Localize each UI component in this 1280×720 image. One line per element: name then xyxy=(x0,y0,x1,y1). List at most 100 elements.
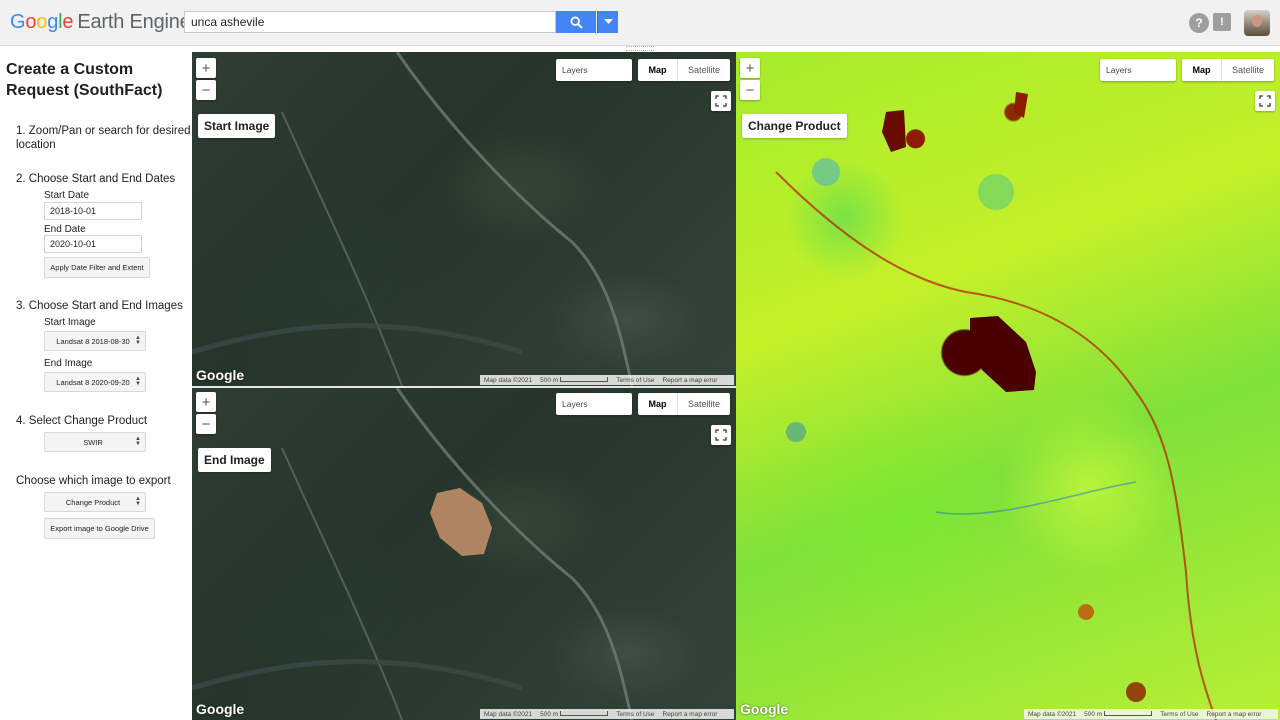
terms-link[interactable]: Terms of Use xyxy=(612,377,658,384)
step-1-text: 1. Zoom/Pan or search for desired locati… xyxy=(16,125,191,151)
avatar[interactable] xyxy=(1244,10,1270,36)
layers-button[interactable]: Layers xyxy=(556,59,632,81)
logo-product-name: Earth Engine xyxy=(77,11,191,33)
end-date-label: End Date xyxy=(44,224,86,235)
scale-bar xyxy=(560,377,609,383)
export-image-value: Change Product xyxy=(65,497,121,507)
zoom-out-button[interactable]: − xyxy=(196,414,216,434)
fullscreen-icon xyxy=(1259,95,1271,107)
end-image-value: Landsat 8 2020-09-20 xyxy=(56,377,130,387)
search-icon xyxy=(569,15,583,29)
end-image-label: End Image xyxy=(44,358,93,369)
map-scale: 500 m xyxy=(1080,711,1156,718)
start-image-select[interactable]: Landsat 8 2018-08-30 ▲ ▼ xyxy=(44,331,146,351)
google-logo: Google xyxy=(740,701,789,717)
search-button[interactable] xyxy=(556,11,596,33)
step-3-text: 3. Choose Start and End Images xyxy=(16,300,183,312)
map-title-label: Change Product xyxy=(742,114,847,138)
earth-engine-logo[interactable]: Google Earth Engine xyxy=(10,11,191,34)
report-error-link[interactable]: Report a map error xyxy=(1203,711,1266,718)
change-product-select[interactable]: SWIR ▲ ▼ xyxy=(44,432,146,452)
fullscreen-icon xyxy=(715,429,727,441)
top-bar: Google Earth Engine unca ashevile ? ! xyxy=(0,0,1280,46)
scale-bar xyxy=(1104,711,1153,717)
step-4-text: 4. Select Change Product xyxy=(16,415,148,427)
map-type-map-button[interactable]: Map xyxy=(638,59,678,81)
help-icon[interactable]: ? xyxy=(1189,13,1209,33)
report-error-link[interactable]: Report a map error xyxy=(659,711,722,718)
layers-button[interactable]: Layers xyxy=(1100,59,1176,81)
scale-text: 500 m xyxy=(540,376,559,384)
scale-text: 500 m xyxy=(1084,710,1103,718)
export-image-select[interactable]: Change Product ▲ ▼ xyxy=(44,492,146,512)
map-type-map-button[interactable]: Map xyxy=(638,393,678,415)
map-attribution: Map data ©2021 500 m Terms of Use Report… xyxy=(480,375,734,385)
map-attribution: Map data ©2021 500 m Terms of Use Report… xyxy=(1024,709,1278,719)
apply-date-filter-button[interactable]: Apply Date Filter and Extent xyxy=(44,257,150,278)
map-title-label: End Image xyxy=(198,448,271,472)
start-date-field[interactable]: 2018-10-01 xyxy=(44,202,142,220)
end-image-map[interactable]: + − Layers Map Satellite End Image Googl… xyxy=(192,388,736,720)
map-type-map-button[interactable]: Map xyxy=(1182,59,1222,81)
google-logo: Google xyxy=(196,701,245,717)
search-options-button[interactable] xyxy=(597,11,618,33)
terms-link[interactable]: Terms of Use xyxy=(612,711,658,718)
fullscreen-button[interactable] xyxy=(711,425,731,445)
zoom-in-button[interactable]: + xyxy=(196,392,216,412)
google-logo: Google xyxy=(196,367,245,383)
start-image-label: Start Image xyxy=(44,317,96,328)
map-type-satellite-button[interactable]: Satellite xyxy=(678,59,730,81)
map-data-text: Map data ©2021 xyxy=(484,376,533,384)
feedback-icon[interactable]: ! xyxy=(1213,13,1231,31)
map-attribution: Map data ©2021 500 m Terms of Use Report… xyxy=(480,709,734,719)
start-image-value: Landsat 8 2018-08-30 xyxy=(56,336,130,346)
panel-title: Create a Custom Request (SouthFact) xyxy=(6,61,163,99)
export-to-drive-button[interactable]: Export image to Google Drive xyxy=(44,518,155,539)
logo-letter: o xyxy=(25,11,37,33)
end-date-field[interactable]: 2020-10-01 xyxy=(44,235,142,253)
zoom-out-button[interactable]: − xyxy=(196,80,216,100)
map-roads-overlay xyxy=(192,388,634,720)
map-type-control: Map Satellite xyxy=(638,393,730,415)
zoom-out-button[interactable]: − xyxy=(740,80,760,100)
dropdown-caret-icon xyxy=(603,19,613,24)
report-error-link[interactable]: Report a map error xyxy=(659,377,722,384)
scale-text: 500 m xyxy=(540,710,559,718)
map-type-satellite-button[interactable]: Satellite xyxy=(1222,59,1274,81)
start-image-map[interactable]: + − Layers Map Satellite Start Image Goo… xyxy=(192,52,736,386)
fullscreen-icon xyxy=(715,95,727,107)
map-type-control: Map Satellite xyxy=(1182,59,1274,81)
change-product-map[interactable]: + − Layers Map Satellite Change Product … xyxy=(736,52,1280,720)
zoom-in-button[interactable]: + xyxy=(740,58,760,78)
fullscreen-button[interactable] xyxy=(1255,91,1275,111)
terms-link[interactable]: Terms of Use xyxy=(1156,711,1202,718)
map-data-text: Map data ©2021 xyxy=(1028,710,1077,718)
panel-resize-handle[interactable] xyxy=(626,46,654,51)
logo-letter: G xyxy=(10,11,26,33)
logo-letter: e xyxy=(62,11,74,33)
select-arrows-icon: ▲ ▼ xyxy=(135,335,141,346)
change-features-overlay xyxy=(775,92,1217,720)
map-scale: 500 m xyxy=(536,711,612,718)
map-title-label: Start Image xyxy=(198,114,276,138)
change-product-value: SWIR xyxy=(83,437,103,447)
logo-letter: g xyxy=(47,11,59,33)
map-scale: 500 m xyxy=(536,377,612,384)
map-roads-overlay xyxy=(192,52,634,386)
step-2-text: 2. Choose Start and End Dates xyxy=(16,173,176,185)
end-image-select[interactable]: Landsat 8 2020-09-20 ▲ ▼ xyxy=(44,372,146,392)
fullscreen-button[interactable] xyxy=(711,91,731,111)
map-data-text: Map data ©2021 xyxy=(484,710,533,718)
start-date-label: Start Date xyxy=(44,190,90,201)
select-arrows-icon: ▲ ▼ xyxy=(135,376,141,387)
search-input[interactable]: unca ashevile xyxy=(184,11,556,33)
export-heading: Choose which image to export xyxy=(16,475,171,487)
scale-bar xyxy=(560,711,609,717)
map-type-control: Map Satellite xyxy=(638,59,730,81)
logo-letter: o xyxy=(36,11,48,33)
map-type-satellite-button[interactable]: Satellite xyxy=(678,393,730,415)
zoom-in-button[interactable]: + xyxy=(196,58,216,78)
select-arrows-icon: ▲ ▼ xyxy=(135,496,141,507)
layers-button[interactable]: Layers xyxy=(556,393,632,415)
side-panel: Create a Custom Request (SouthFact) 1. Z… xyxy=(0,52,192,720)
